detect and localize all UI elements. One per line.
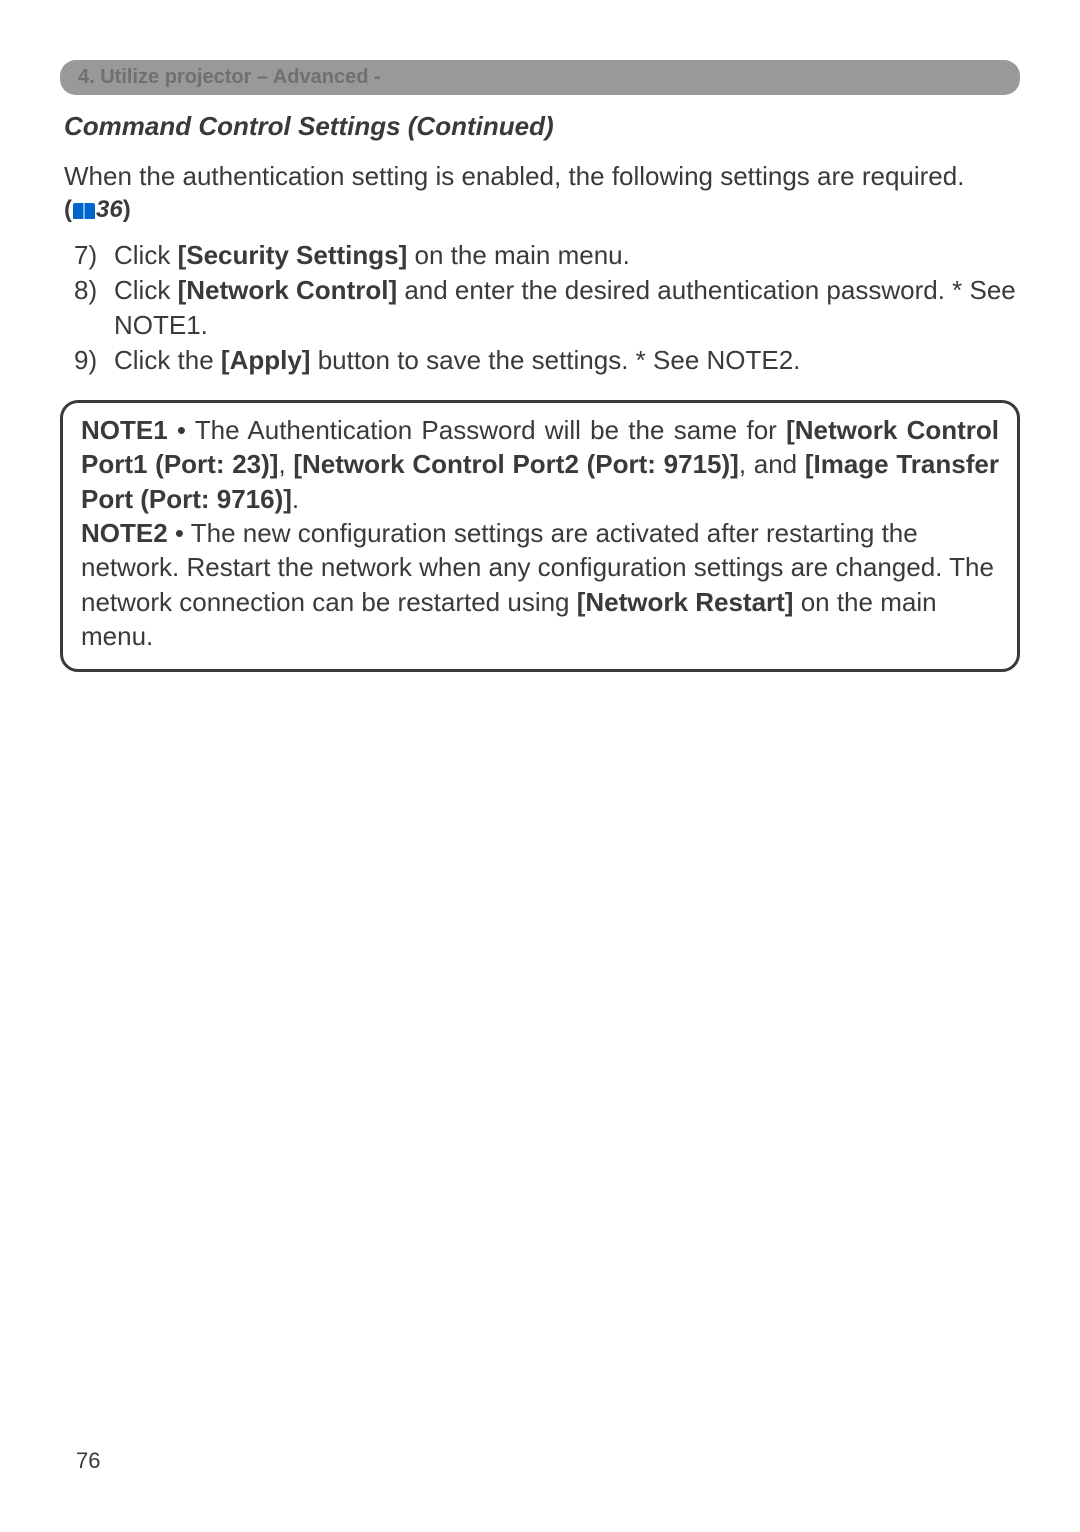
section-heading: Command Control Settings (Continued): [60, 111, 1020, 142]
note1-text: , and: [739, 449, 805, 479]
note1-bold: [Network Control Port2 (Port: 9715)]: [293, 449, 738, 479]
step-bold: [Security Settings]: [178, 240, 408, 270]
step-number: 8): [74, 273, 114, 343]
step-body: Click [Network Control] and enter the de…: [114, 273, 1020, 343]
note2-bold: [Network Restart]: [577, 587, 794, 617]
note-box: NOTE1 • The Authentication Password will…: [60, 400, 1020, 672]
note1-text: .: [292, 484, 299, 514]
page-reference: (36): [60, 196, 1020, 224]
step-bold: [Network Control]: [178, 275, 398, 305]
step-bold: [Apply]: [221, 345, 311, 375]
step-text: on the main menu.: [407, 240, 630, 270]
steps-list: 7) Click [Security Settings] on the main…: [60, 238, 1020, 378]
step-text: Click the: [114, 345, 221, 375]
ref-open-paren: (: [64, 196, 72, 223]
note1-text: ,: [278, 449, 293, 479]
intro-text: When the authentication setting is enabl…: [60, 160, 1020, 194]
page-ref-number: 36: [96, 196, 123, 223]
note1-text: • The Authentication Password will be th…: [168, 415, 786, 445]
chapter-bar-text: 4. Utilize projector – Advanced -: [78, 66, 381, 88]
step-row: 9) Click the [Apply] button to save the …: [74, 343, 1020, 378]
note1: NOTE1 • The Authentication Password will…: [81, 413, 999, 516]
step-text: button to save the settings. * See NOTE2…: [310, 345, 800, 375]
page-container: 4. Utilize projector – Advanced - Comman…: [0, 0, 1080, 672]
note2: NOTE2 • The new configuration settings a…: [81, 516, 999, 653]
step-row: 8) Click [Network Control] and enter the…: [74, 273, 1020, 343]
step-row: 7) Click [Security Settings] on the main…: [74, 238, 1020, 273]
chapter-bar: 4. Utilize projector – Advanced -: [60, 60, 1020, 95]
step-text: Click: [114, 240, 178, 270]
page-number: 76: [76, 1448, 100, 1474]
step-number: 9): [74, 343, 114, 378]
step-number: 7): [74, 238, 114, 273]
note1-label: NOTE1: [81, 415, 168, 445]
book-icon: [73, 203, 95, 219]
step-body: Click [Security Settings] on the main me…: [114, 238, 1020, 273]
step-body: Click the [Apply] button to save the set…: [114, 343, 1020, 378]
ref-close-paren: ): [123, 196, 131, 223]
note2-label: NOTE2: [81, 518, 168, 548]
step-text: Click: [114, 275, 178, 305]
